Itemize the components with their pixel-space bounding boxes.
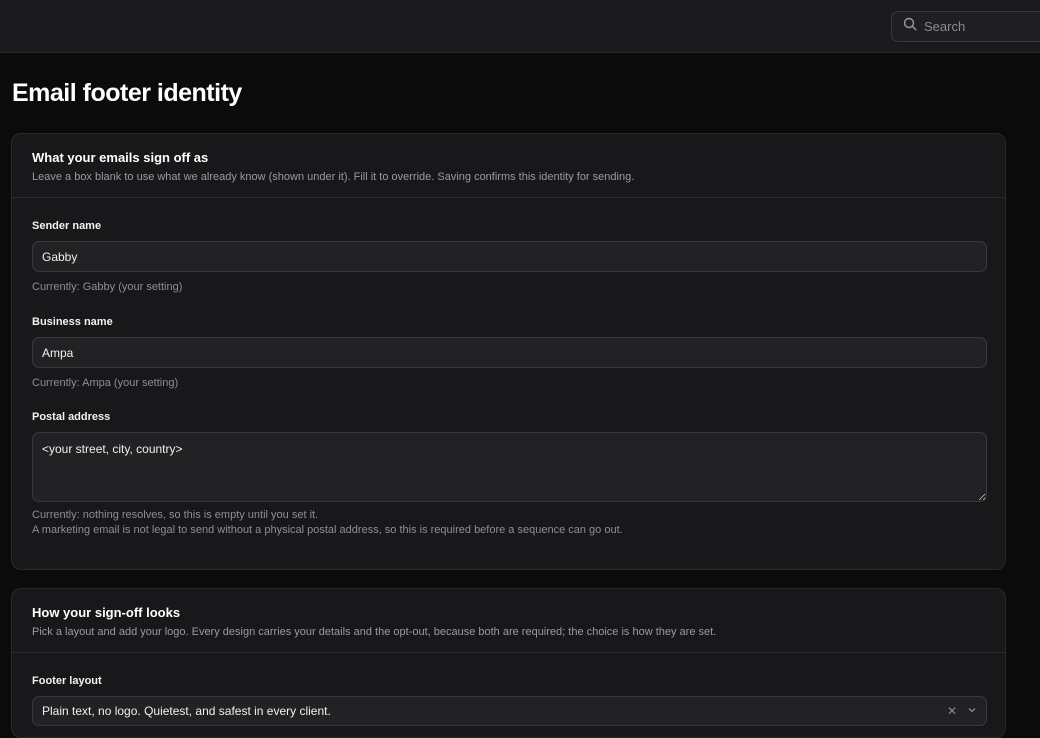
business-name-help: Currently: Ampa (your setting) <box>32 377 179 389</box>
signoff-card-description: Pick a layout and add your logo. Every d… <box>32 626 717 638</box>
sender-name-help: Currently: Gabby (your setting) <box>32 281 183 293</box>
footer-layout-select[interactable]: Plain text, no logo. Quietest, and safes… <box>32 696 987 726</box>
postal-address-label: Postal address <box>32 411 111 423</box>
sender-name-field: Sender name Currently: Gabby (your setti… <box>32 220 987 295</box>
page-title: Email footer identity <box>12 79 242 107</box>
search-box[interactable] <box>891 11 1040 42</box>
footer-layout-value: Plain text, no logo. Quietest, and safes… <box>42 704 331 718</box>
signoff-card-header: How your sign-off looks Pick a layout an… <box>12 589 1005 653</box>
signoff-card: How your sign-off looks Pick a layout an… <box>11 588 1006 738</box>
postal-address-field: Postal address <your street, city, count… <box>32 411 987 538</box>
footer-layout-label: Footer layout <box>32 675 102 687</box>
identity-card-description: Leave a box blank to use what we already… <box>32 171 635 183</box>
close-icon[interactable]: ✕ <box>947 704 957 718</box>
business-name-field: Business name Currently: Ampa (your sett… <box>32 316 987 391</box>
sender-name-input[interactable] <box>32 241 987 272</box>
chevron-down-icon[interactable] <box>967 704 977 718</box>
identity-card: What your emails sign off as Leave a box… <box>11 133 1006 570</box>
search-input[interactable] <box>924 19 1034 34</box>
identity-card-title: What your emails sign off as <box>32 150 209 165</box>
signoff-card-title: How your sign-off looks <box>32 605 181 620</box>
identity-card-header: What your emails sign off as Leave a box… <box>12 134 1005 198</box>
postal-address-legal-note: A marketing email is not legal to send w… <box>32 524 623 536</box>
top-bar <box>0 0 1040 53</box>
business-name-label: Business name <box>32 316 113 328</box>
business-name-input[interactable] <box>32 337 987 368</box>
postal-address-input[interactable]: <your street, city, country> <box>32 432 987 502</box>
postal-address-help: Currently: nothing resolves, so this is … <box>32 509 319 521</box>
sender-name-label: Sender name <box>32 220 102 232</box>
search-icon <box>903 17 917 36</box>
signoff-card-body: Footer layout Plain text, no logo. Quiet… <box>12 653 1005 737</box>
identity-card-body: Sender name Currently: Gabby (your setti… <box>12 198 1005 560</box>
